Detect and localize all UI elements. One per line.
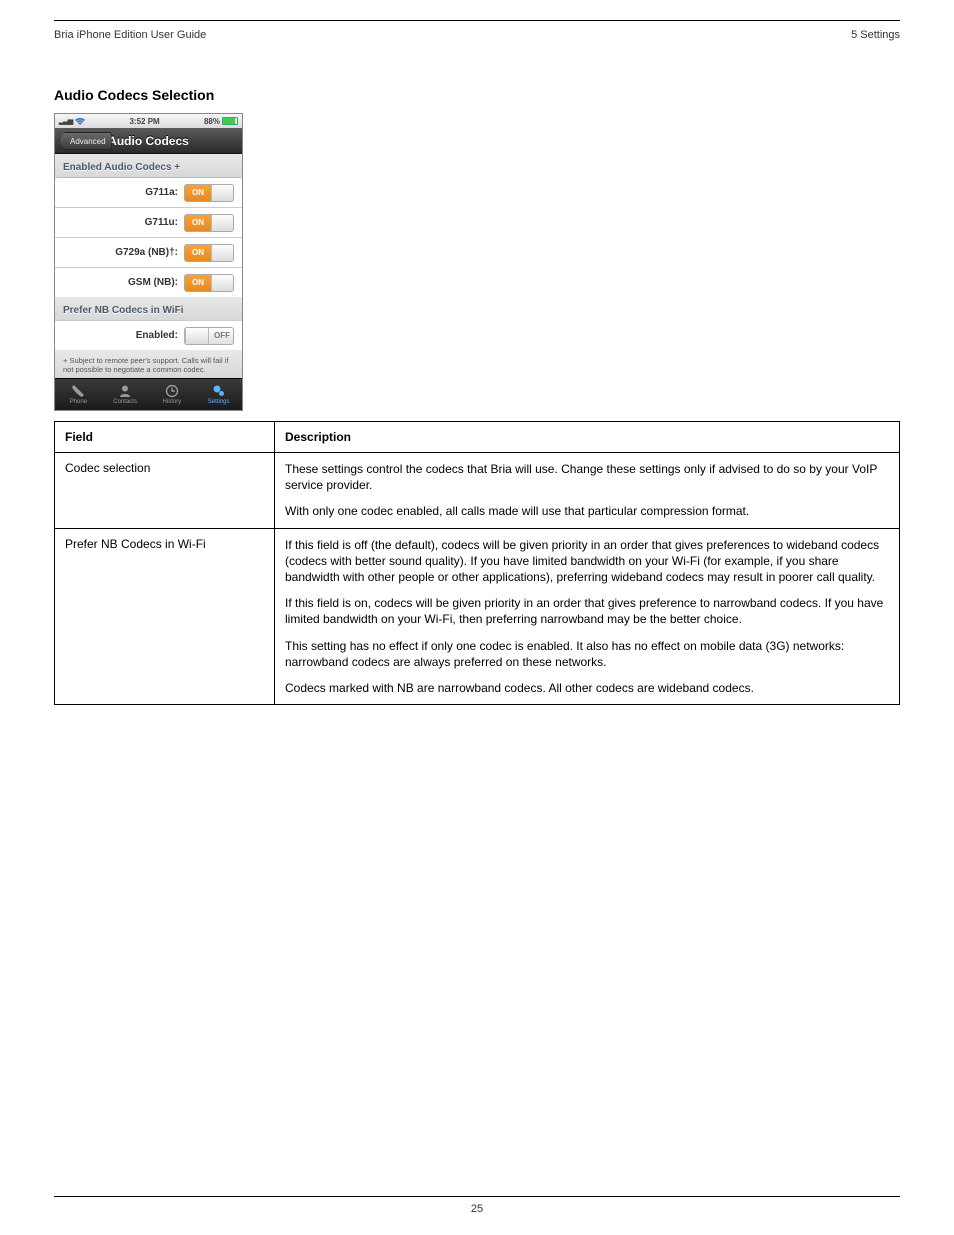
header-right: 5 Settings — [851, 29, 900, 41]
page-number: 25 — [471, 1203, 483, 1215]
toggle-knob — [185, 328, 209, 344]
table-head-field: Field — [55, 422, 275, 453]
codec-toggle[interactable]: ONOFF — [184, 184, 234, 202]
back-button[interactable]: Advanced — [59, 132, 112, 150]
toggle-knob — [211, 245, 234, 261]
toggle-knob — [211, 275, 234, 291]
wifi-icon — [75, 117, 85, 125]
group-label-prefer: Prefer NB Codecs in WiFi — [55, 297, 242, 320]
tab-phone-label: Phone — [70, 399, 87, 405]
codec-toggle[interactable]: ONOFF — [184, 214, 234, 232]
toggle-knob — [211, 185, 234, 201]
toggle-on-text: ON — [185, 215, 211, 231]
status-time: 3:52 PM — [129, 117, 159, 126]
tab-settings[interactable]: Settings — [195, 379, 242, 410]
page-footer: 25 — [54, 1196, 900, 1215]
codec-label: G711u: — [63, 217, 178, 228]
codec-toggle[interactable]: ONOFF — [184, 244, 234, 262]
toggle-on-text: ON — [185, 275, 211, 291]
toggle-knob — [211, 215, 234, 231]
nav-title: Audio Codecs — [108, 134, 189, 148]
prefer-nb-row: Enabled: ON OFF — [55, 320, 242, 350]
settings-icon — [212, 384, 226, 398]
tab-history[interactable]: History — [149, 379, 196, 410]
contacts-icon — [118, 384, 132, 398]
prefer-nb-label: Enabled: — [63, 330, 178, 341]
status-bar: ▂▃▅ 3:52 PM 88% — [55, 114, 242, 128]
phone-icon — [71, 384, 85, 398]
table-cell-field: Codec selection — [55, 453, 275, 529]
signal-icon: ▂▃▅ — [59, 117, 72, 125]
nav-bar: Advanced Audio Codecs — [55, 128, 242, 154]
table-paragraph: This setting has no effect if only one c… — [285, 638, 889, 670]
header-left: Bria iPhone Edition User Guide — [54, 29, 206, 41]
prefer-nb-toggle[interactable]: ON OFF — [184, 327, 234, 345]
tab-contacts[interactable]: Contacts — [102, 379, 149, 410]
table-cell-field: Prefer NB Codecs in Wi-Fi — [55, 528, 275, 705]
toggle-on-text: ON — [185, 245, 211, 261]
table-paragraph: Codecs marked with NB are narrowband cod… — [285, 680, 889, 696]
page-header: Bria iPhone Edition User Guide 5 Setting… — [54, 29, 900, 41]
tab-contacts-label: Contacts — [113, 399, 137, 405]
codec-row: GSM (NB): ONOFF — [55, 267, 242, 297]
table-paragraph: These settings control the codecs that B… — [285, 461, 889, 493]
tab-phone[interactable]: Phone — [55, 379, 102, 410]
codec-toggle[interactable]: ONOFF — [184, 274, 234, 292]
description-table: Field Description Codec selection These s… — [54, 421, 900, 705]
table-head-desc: Description — [275, 422, 900, 453]
group-label-codecs: Enabled Audio Codecs + — [55, 154, 242, 177]
codec-row: G711u: ONOFF — [55, 207, 242, 237]
tab-history-label: History — [163, 399, 182, 405]
toggle-on-text: ON — [185, 185, 211, 201]
codec-row: G711a: ONOFF — [55, 177, 242, 207]
codec-label: GSM (NB): — [63, 277, 178, 288]
tab-settings-label: Settings — [208, 399, 230, 405]
table-paragraph: With only one codec enabled, all calls m… — [285, 503, 889, 519]
history-icon — [165, 384, 179, 398]
toggle-off-text: OFF — [209, 328, 234, 344]
back-button-label: Advanced — [70, 137, 106, 146]
table-cell-desc: These settings control the codecs that B… — [275, 453, 900, 529]
table-row: Prefer NB Codecs in Wi-FiIf this field i… — [55, 528, 900, 705]
phone-screenshot: ▂▃▅ 3:52 PM 88% Advanced Audio Codecs En… — [54, 113, 243, 411]
battery-percent: 88% — [204, 117, 220, 126]
phone-footnote: + Subject to remote peer's support. Call… — [55, 350, 242, 378]
codec-label: G729a (NB)†: — [63, 247, 178, 258]
table-cell-desc: If this field is off (the default), code… — [275, 528, 900, 705]
table-paragraph: If this field is off (the default), code… — [285, 537, 889, 586]
battery-icon — [222, 117, 238, 125]
section-title: Audio Codecs Selection — [54, 87, 900, 103]
tab-bar: Phone Contacts History Settings — [55, 378, 242, 410]
table-row: Codec selection These settings control th… — [55, 453, 900, 529]
codec-row: G729a (NB)†: ONOFF — [55, 237, 242, 267]
codec-label: G711a: — [63, 187, 178, 198]
table-paragraph: If this field is on, codecs will be give… — [285, 595, 889, 627]
